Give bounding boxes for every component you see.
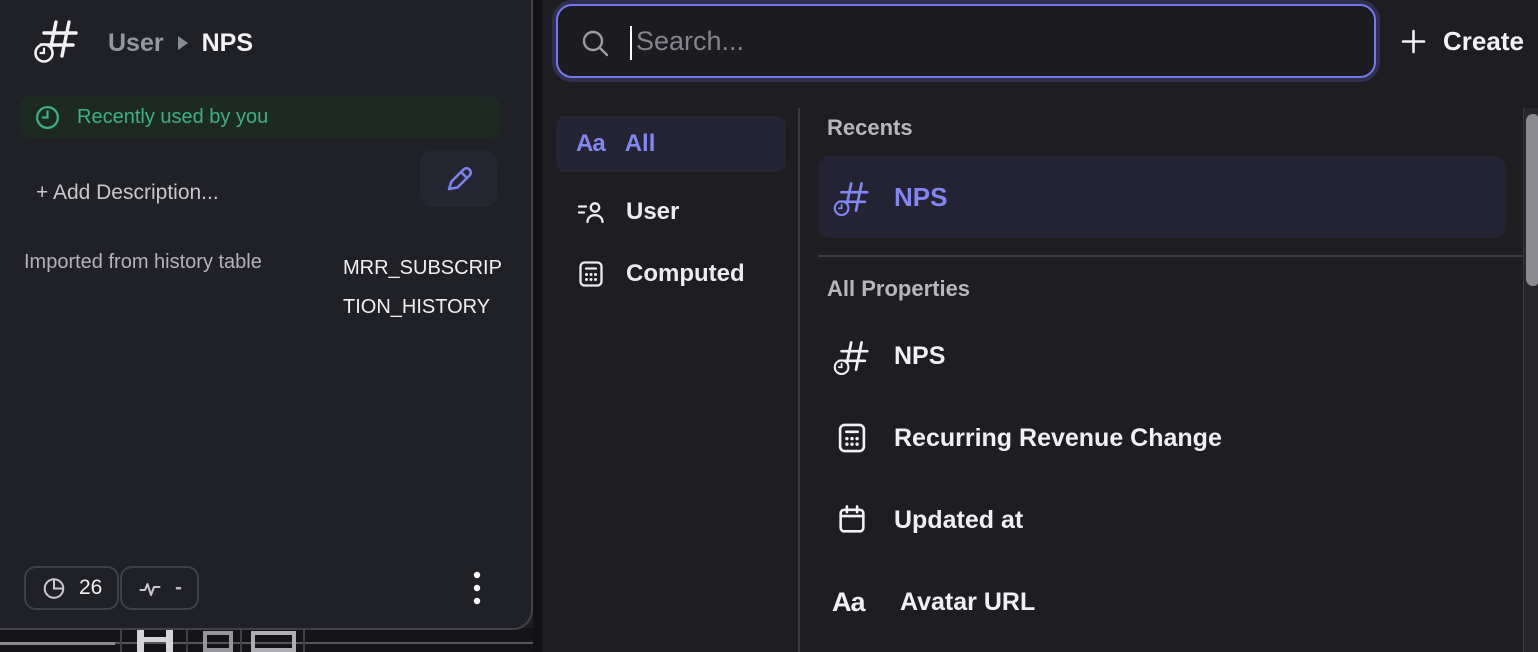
user-list-icon <box>576 197 606 227</box>
calculator-icon <box>576 259 606 289</box>
imported-from-label: Imported from history table <box>24 251 262 274</box>
section-divider <box>818 255 1538 257</box>
edit-description-button[interactable] <box>420 150 497 207</box>
more-options-button[interactable] <box>459 566 495 610</box>
scrollbar-thumb[interactable] <box>1526 114 1538 286</box>
property-detail-panel: User NPS Recently used by you + Add Desc… <box>0 0 533 630</box>
calculator-icon <box>835 421 869 455</box>
background-table-strip <box>0 628 541 652</box>
recent-item-label: NPS <box>894 182 947 213</box>
text-format-icon: Aa <box>576 130 605 158</box>
distinct-count: 26 <box>79 576 102 600</box>
property-item-updated-at[interactable]: Updated at <box>818 488 1506 552</box>
clock-icon <box>34 104 61 131</box>
property-item-avatar-url[interactable]: Aa Avatar URL <box>818 570 1506 634</box>
number-history-icon <box>832 177 872 217</box>
trend-value: - <box>175 576 182 600</box>
kebab-menu-icon <box>473 571 481 605</box>
search-bar <box>556 4 1376 78</box>
plus-icon <box>1400 28 1427 55</box>
filter-tab-computed[interactable]: Computed <box>556 250 786 298</box>
add-description-button[interactable]: + Add Description... <box>36 181 219 205</box>
calendar-icon <box>835 503 869 537</box>
text-format-icon: Aa <box>832 587 878 618</box>
property-item-label: Recurring Revenue Change <box>894 424 1222 453</box>
property-item-nps[interactable]: NPS <box>818 324 1506 388</box>
distinct-values-pill[interactable]: 26 <box>24 566 119 610</box>
property-item-label: Avatar URL <box>900 588 1035 617</box>
filter-tab-label: User <box>626 198 679 226</box>
recently-used-label: Recently used by you <box>77 106 268 129</box>
property-item-recurring-revenue-change[interactable]: Recurring Revenue Change <box>818 406 1506 470</box>
create-button-label: Create <box>1443 26 1524 57</box>
recent-item-nps[interactable]: NPS <box>818 156 1506 238</box>
page-title: NPS <box>202 29 253 58</box>
panel-gap-shadow <box>533 0 542 652</box>
imported-table-name: MRR_SUBSCRIPTION_HISTORY <box>343 249 503 327</box>
search-input[interactable] <box>558 6 1374 76</box>
all-properties-header: All Properties <box>827 276 970 302</box>
property-item-label: Updated at <box>894 506 1023 535</box>
number-history-icon <box>832 336 872 376</box>
breadcrumb-parent[interactable]: User <box>108 29 164 58</box>
property-item-label: NPS <box>894 342 945 371</box>
create-button[interactable]: Create <box>1400 22 1524 60</box>
breadcrumb: User NPS <box>108 27 253 59</box>
pencil-icon <box>442 162 476 196</box>
pie-chart-icon <box>41 575 67 601</box>
column-divider <box>798 108 800 652</box>
filter-tab-user[interactable]: User <box>556 188 786 236</box>
activity-pulse-icon <box>137 575 163 601</box>
trend-pill[interactable]: - <box>120 566 199 610</box>
chevron-right-icon <box>176 35 190 51</box>
filter-tab-all[interactable]: Aa All <box>556 116 786 172</box>
recently-used-badge: Recently used by you <box>20 96 500 138</box>
filter-tab-label: Computed <box>626 260 745 288</box>
recents-header: Recents <box>827 115 913 141</box>
number-history-icon <box>32 14 82 64</box>
filter-tab-label: All <box>625 130 656 158</box>
